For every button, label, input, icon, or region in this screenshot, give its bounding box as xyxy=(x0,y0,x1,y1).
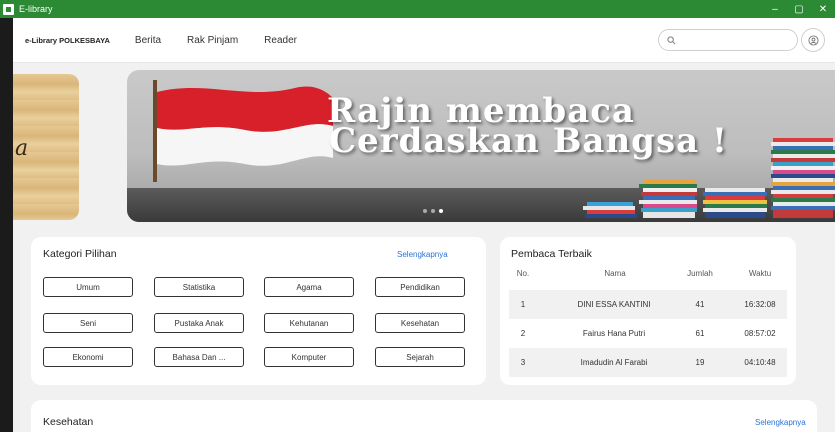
table-row[interactable]: 1 DINI ESSA KANTINI 41 16:32:08 xyxy=(509,290,787,319)
cell-jumlah: 41 xyxy=(695,300,705,309)
carousel-indicators xyxy=(423,209,443,213)
search-icon xyxy=(667,35,676,44)
category-button[interactable]: Pustaka Anak xyxy=(154,313,244,333)
table-row[interactable]: 2 Fairus Hana Putri 61 08:57:02 xyxy=(509,319,787,348)
category-button[interactable]: Kesehatan xyxy=(375,313,465,333)
cell-waktu: 16:32:08 xyxy=(744,300,776,309)
kategori-title: Kategori Pilihan xyxy=(43,248,117,260)
search-input[interactable] xyxy=(680,35,790,45)
category-button[interactable]: Kehutanan xyxy=(264,313,354,333)
nav-reader[interactable]: Reader xyxy=(264,35,297,46)
cell-jumlah: 19 xyxy=(695,358,705,367)
carousel-dot-2[interactable] xyxy=(431,209,435,213)
kesehatan-title: Kesehatan xyxy=(43,416,94,428)
carousel-dot-1[interactable] xyxy=(423,209,427,213)
minimize-button[interactable]: – xyxy=(763,0,787,18)
cell-waktu: 04:10:48 xyxy=(744,358,776,367)
brand-logo[interactable]: e-Library POLKESBAYA xyxy=(25,36,110,45)
window-titlebar: E-library – ▢ ✕ xyxy=(0,0,835,18)
kategori-card: Kategori Pilihan Selengkapnya Umum Stati… xyxy=(31,237,486,385)
cell-nama: Imadudin Al Farabi xyxy=(580,358,648,367)
kesehatan-more-link[interactable]: Selengkapnya xyxy=(755,418,806,427)
app-icon xyxy=(3,3,14,15)
user-icon xyxy=(807,34,819,46)
cell-nama: DINI ESSA KANTINI xyxy=(577,300,651,309)
prev-slide-text: a xyxy=(15,136,29,161)
category-button[interactable]: Statistika xyxy=(154,277,244,297)
category-button[interactable]: Ekonomi xyxy=(43,347,133,367)
cell-no: 2 xyxy=(520,329,526,338)
kategori-more-link[interactable]: Selengkapnya xyxy=(397,250,448,259)
book-stacks-image xyxy=(583,138,835,218)
top-navbar: e-Library POLKESBAYA Berita Rak Pinjam R… xyxy=(13,18,835,63)
pembaca-card: Pembaca Terbaik No. Nama Jumlah Waktu 1 … xyxy=(500,237,796,385)
pembaca-title: Pembaca Terbaik xyxy=(511,248,592,260)
nav-rak-pinjam[interactable]: Rak Pinjam xyxy=(187,35,238,46)
window-controls: – ▢ ✕ xyxy=(763,0,835,18)
category-button[interactable]: Agama xyxy=(264,277,354,297)
kesehatan-card: Kesehatan Selengkapnya xyxy=(31,400,817,432)
table-row[interactable]: 3 Imadudin Al Farabi 19 04:10:48 xyxy=(509,348,787,377)
col-header-jumlah: Jumlah xyxy=(687,269,713,278)
category-button[interactable]: Bahasa Dan ... xyxy=(154,347,244,367)
close-button[interactable]: ✕ xyxy=(811,0,835,18)
col-header-no: No. xyxy=(516,269,530,278)
category-button[interactable]: Pendidikan xyxy=(375,277,465,297)
left-edge-panel xyxy=(0,18,13,432)
carousel-prev-slide[interactable]: a xyxy=(13,74,79,220)
category-button[interactable]: Umum xyxy=(43,277,133,297)
maximize-button[interactable]: ▢ xyxy=(787,0,811,18)
cell-no: 3 xyxy=(520,358,526,367)
window-title: E-library xyxy=(19,4,53,14)
user-button[interactable] xyxy=(801,28,825,52)
indonesia-flag-image xyxy=(153,80,333,182)
search-box[interactable] xyxy=(658,29,798,51)
carousel-dot-3[interactable] xyxy=(439,209,443,213)
col-header-waktu: Waktu xyxy=(748,269,772,278)
category-button[interactable]: Komputer xyxy=(264,347,354,367)
cell-jumlah: 61 xyxy=(695,329,705,338)
cell-nama: Fairus Hana Putri xyxy=(582,329,646,338)
cell-waktu: 08:57:02 xyxy=(744,329,776,338)
category-button[interactable]: Seni xyxy=(43,313,133,333)
cell-no: 1 xyxy=(520,300,526,309)
category-button[interactable]: Sejarah xyxy=(375,347,465,367)
nav-berita[interactable]: Berita xyxy=(135,35,161,46)
col-header-nama: Nama xyxy=(604,269,626,278)
carousel-banner[interactable]: Rajin membaca Cerdaskan Bangsa ! xyxy=(127,70,835,222)
